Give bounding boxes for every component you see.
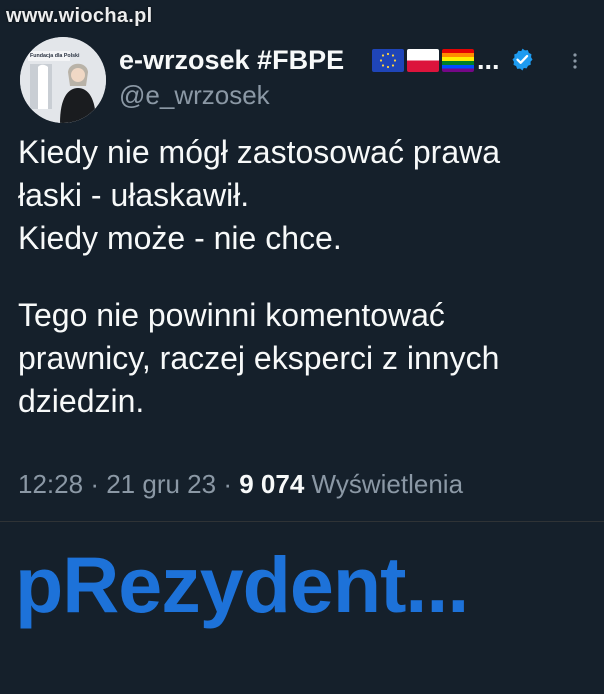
verified-badge-icon — [512, 48, 533, 71]
tweet-text-line: prawnicy, raczej eksperci z innych — [18, 340, 500, 376]
divider — [0, 521, 604, 522]
meta-separator: · — [90, 469, 99, 499]
more-options-icon[interactable] — [566, 51, 584, 71]
rainbow-flag-icon — [442, 49, 474, 72]
avatar[interactable]: Fundacja dla Polski — [20, 37, 106, 123]
overlay-caption: pRezydent... — [15, 540, 469, 629]
watermark-text: www.wiocha.pl — [6, 5, 153, 27]
views-label: Wyświetlenia — [311, 469, 464, 499]
author-flags — [372, 49, 474, 73]
meta-separator: · — [223, 469, 232, 499]
tweet-text-line: Tego nie powinni komentować — [18, 297, 445, 333]
tweet-metadata: 12:28 · 21 gru 23 · 9 074 Wyświetlenia — [18, 467, 463, 501]
tweet-screenshot: www.wiocha.pl Fundacja dla Polski e-wrzo… — [0, 0, 604, 694]
poland-flag-icon — [407, 49, 439, 72]
tweet-text-line: Kiedy może - nie chce. — [18, 220, 342, 256]
author-handle[interactable]: @e_wrzosek — [119, 80, 270, 110]
eu-flag-icon — [372, 49, 404, 72]
views-count: 9 074 — [239, 469, 305, 499]
tweet-text-line: łaski - ułaskawił. — [18, 177, 250, 213]
tweet-text: Kiedy nie mógł zastosować prawa łaski - … — [18, 131, 588, 423]
tweet-time[interactable]: 12:28 — [18, 469, 83, 499]
tweet-text-line: dziedzin. — [18, 383, 145, 419]
avatar-image: Fundacja dla Polski — [20, 37, 106, 123]
name-truncation: ... — [477, 45, 500, 75]
tweet-date[interactable]: 21 gru 23 — [106, 469, 216, 499]
tweet-text-line: Kiedy nie mógł zastosować prawa — [18, 134, 501, 170]
author-display-name[interactable]: e-wrzosek #FBPE — [119, 44, 344, 76]
avatar-logo-text: Fundacja dla Polski — [30, 53, 80, 59]
